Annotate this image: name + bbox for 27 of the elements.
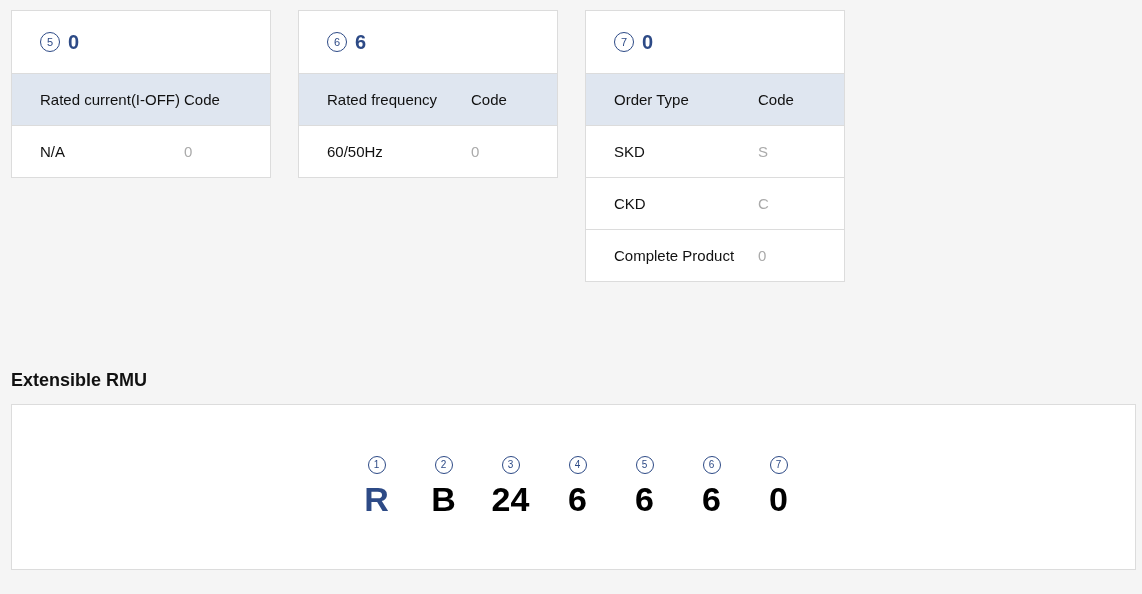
selected-code: 6	[355, 30, 367, 54]
column-header: Code	[471, 91, 508, 108]
table-cell-text: N/A	[40, 143, 66, 160]
code-part: 6	[635, 479, 654, 519]
code-part: R	[364, 479, 389, 519]
code-part: B	[431, 479, 456, 519]
code-part: 0	[769, 479, 788, 519]
code-part: 6	[568, 479, 587, 519]
table-cell-text: Complete Product	[614, 247, 736, 264]
table-cell-text: SKD	[614, 143, 646, 160]
column-header: Code	[758, 91, 795, 108]
table-cell-text: C	[758, 195, 770, 212]
table-cell-text: CKD	[614, 195, 647, 212]
table-cell-text: 0	[758, 247, 768, 264]
selected-code: 0	[642, 30, 654, 54]
section-title: Extensible RMU	[11, 370, 149, 391]
table-cell-text: 0	[184, 143, 194, 160]
code-part: 6	[702, 479, 721, 519]
column-header: Code	[184, 91, 221, 108]
table-cell-text: 60/50Hz	[327, 143, 384, 160]
selected-code: 0	[68, 30, 80, 54]
column-header: Order Type	[614, 91, 690, 108]
table-cell-text: 0	[471, 143, 481, 160]
column-header: Rated frequency	[327, 91, 439, 108]
table-cell-text: S	[758, 143, 769, 160]
code-part: 24	[491, 479, 530, 519]
column-header: Rated current(I-OFF)	[40, 91, 182, 108]
